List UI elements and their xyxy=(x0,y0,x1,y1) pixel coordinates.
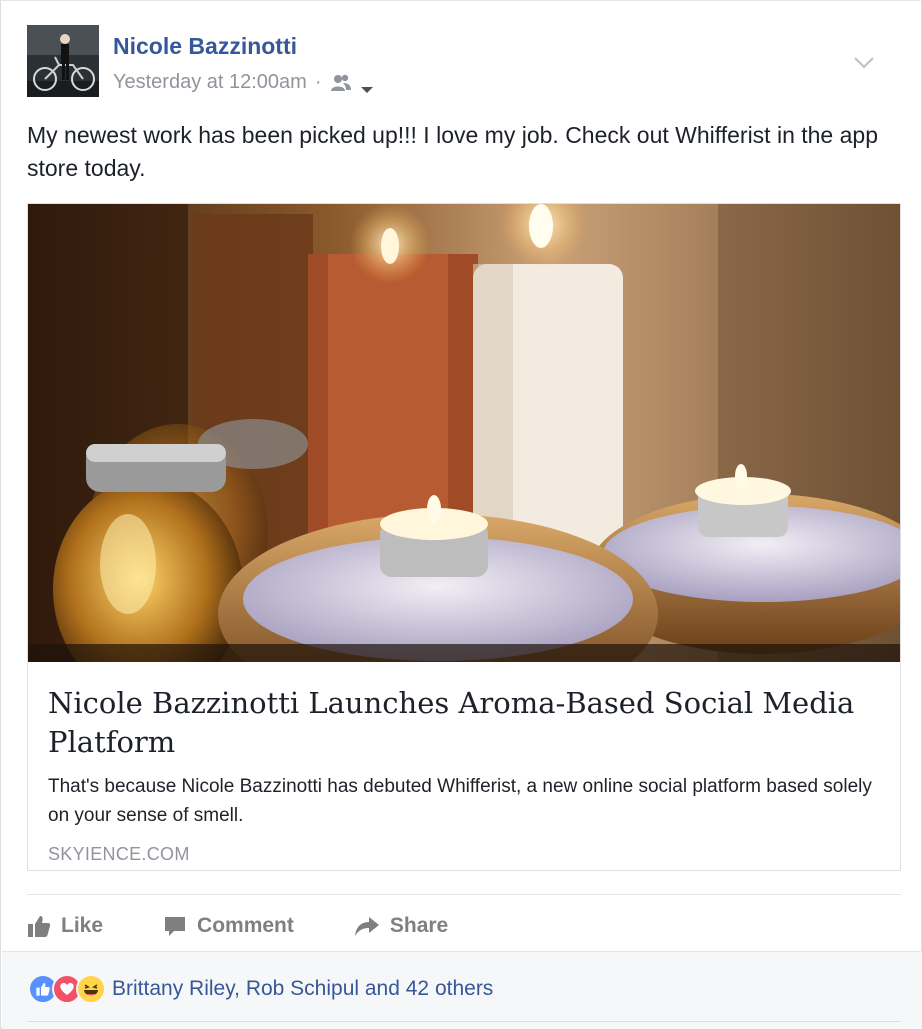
reactions-summary[interactable]: Brittany Riley, Rob Schipul and 42 other… xyxy=(28,974,493,1004)
like-button[interactable]: Like xyxy=(27,914,103,938)
like-label: Like xyxy=(61,914,104,937)
link-preview[interactable]: Nicole Bazzinotti Launches Aroma-Based S… xyxy=(27,203,901,871)
post-meta: Yesterday at 12:00am · xyxy=(113,71,374,94)
meta-separator: · xyxy=(314,71,322,93)
actions-top-divider xyxy=(27,894,901,895)
reactions-bar: Brittany Riley, Rob Schipul and 42 other… xyxy=(2,951,922,1029)
link-image[interactable] xyxy=(28,204,900,662)
author-name[interactable]: Nicole Bazzinotti xyxy=(113,33,297,60)
thumbs-up-icon xyxy=(28,916,51,937)
link-description: That's because Nicole Bazzinotti has deb… xyxy=(48,776,872,826)
haha-reaction-icon[interactable] xyxy=(76,974,106,1004)
avatar[interactable] xyxy=(27,25,99,97)
share-icon xyxy=(354,917,379,936)
audience-dropdown-icon[interactable] xyxy=(360,78,374,93)
share-label: Share xyxy=(389,914,449,937)
timestamp[interactable]: Yesterday at 12:00am xyxy=(113,71,307,94)
comment-icon xyxy=(165,917,186,936)
chevron-down-icon[interactable] xyxy=(853,55,875,71)
post-card: Nicole Bazzinotti Yesterday at 12:00am ·… xyxy=(0,0,922,1029)
link-title[interactable]: Nicole Bazzinotti Launches Aroma-Based S… xyxy=(48,684,880,762)
share-button[interactable]: Share xyxy=(354,914,448,938)
post-header: Nicole Bazzinotti Yesterday at 12:00am · xyxy=(27,25,897,99)
avatar-image xyxy=(27,25,99,97)
post-text: My newest work has been picked up!!! I l… xyxy=(27,122,878,181)
comments-divider xyxy=(27,1021,901,1022)
comment-label: Comment xyxy=(197,914,294,937)
action-bar: Like Comment Share xyxy=(27,905,508,947)
link-info[interactable]: Nicole Bazzinotti Launches Aroma-Based S… xyxy=(28,662,900,870)
reaction-names[interactable]: Brittany Riley, Rob Schipul and 42 other… xyxy=(112,977,493,1001)
friends-icon[interactable] xyxy=(330,73,352,93)
link-domain: SKYIENCE.COM xyxy=(48,844,190,864)
comment-button[interactable]: Comment xyxy=(163,914,294,938)
